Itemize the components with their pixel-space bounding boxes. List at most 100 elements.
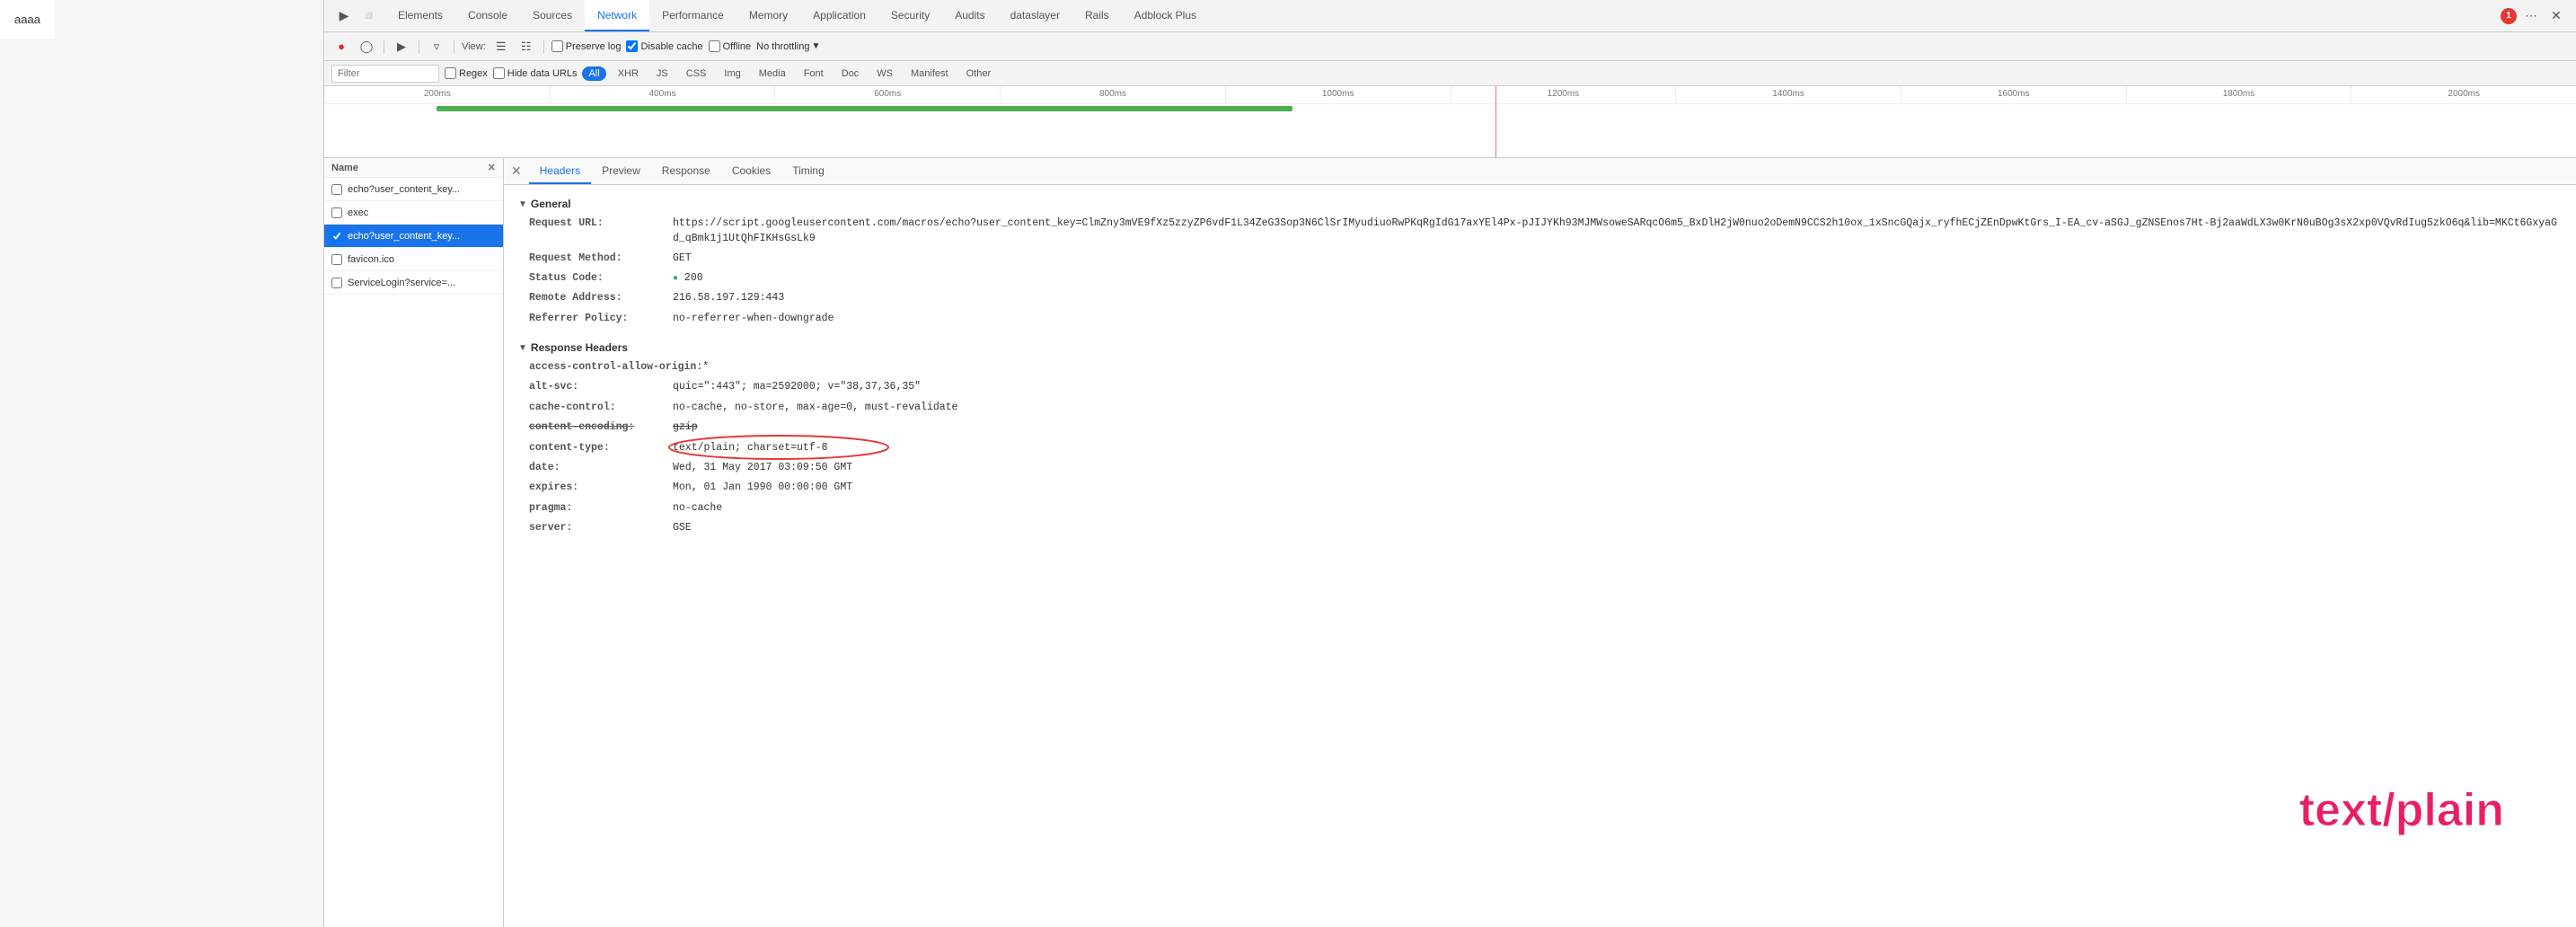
tick-200: 200ms	[324, 86, 550, 103]
header-val-server: GSE	[673, 520, 692, 536]
filter-js-button[interactable]: JS	[650, 66, 675, 81]
header-val-encoding: gzip	[673, 419, 698, 436]
filter-all-button[interactable]: All	[582, 66, 605, 81]
header-val-altsvc: quic=":443"; ma=2592000; v="38,37,36,35"	[673, 379, 921, 395]
sub-tab-timing[interactable]: Timing	[781, 158, 835, 184]
request-url-row: Request URL: https://script.googleuserco…	[518, 214, 2562, 249]
header-key-encoding: content-encoding:	[529, 419, 673, 436]
tab-performance[interactable]: Performance	[649, 0, 737, 31]
timeline-ruler: 200ms 400ms 600ms 800ms 1000ms 1200ms 14…	[324, 86, 2576, 104]
tab-sources[interactable]: Sources	[520, 0, 585, 31]
clear-button[interactable]: ◯	[357, 37, 376, 57]
hide-data-label[interactable]: Hide data URLs	[493, 67, 578, 79]
tab-memory[interactable]: Memory	[737, 0, 800, 31]
view-screenshots-button[interactable]: ☷	[516, 37, 536, 57]
tab-datalayer[interactable]: dataslayer	[998, 0, 1072, 31]
throttling-select[interactable]: No throttling ▼	[756, 41, 820, 52]
close-devtools-button[interactable]: ✕	[2545, 5, 2567, 27]
offline-checkbox[interactable]	[709, 40, 720, 52]
disable-cache-checkbox[interactable]	[626, 40, 638, 52]
tab-icons: ▶ ◽	[328, 5, 385, 27]
filter-img-button[interactable]: Img	[718, 66, 746, 81]
file-list-header: Name ✕	[324, 158, 503, 178]
filter-doc-button[interactable]: Doc	[835, 66, 866, 81]
status-code-key: Status Code:	[529, 270, 673, 287]
tab-network[interactable]: Network	[585, 0, 649, 31]
more-options-button[interactable]: ⋯	[2520, 5, 2542, 27]
tab-elements[interactable]: Elements	[385, 0, 455, 31]
tab-adblock[interactable]: Adblock Plus	[1122, 0, 1209, 31]
header-row-altsvc: alt-svc: quic=":443"; ma=2592000; v="38,…	[518, 377, 2562, 397]
tab-application[interactable]: Application	[800, 0, 878, 31]
header-key-content-type: content-type:	[529, 440, 673, 456]
file-checkbox-4[interactable]	[331, 254, 342, 265]
error-badge: 1	[2501, 8, 2517, 24]
header-row-cors: access-control-allow-origin: *	[518, 358, 2562, 377]
close-detail-button[interactable]: ✕	[511, 163, 522, 179]
preserve-log-checkbox[interactable]	[551, 40, 563, 52]
tick-600: 600ms	[774, 86, 1000, 103]
sub-tab-preview[interactable]: Preview	[591, 158, 651, 184]
inspect-icon[interactable]: ▶	[333, 5, 355, 27]
sub-tab-response[interactable]: Response	[651, 158, 721, 184]
sub-tab-cookies[interactable]: Cookies	[721, 158, 781, 184]
file-item-5[interactable]: ServiceLogin?service=...	[324, 271, 503, 295]
header-row-content-type: content-type: text/plain; charset=utf-8	[518, 438, 2562, 458]
device-icon[interactable]: ◽	[358, 5, 380, 27]
file-checkbox-3[interactable]	[331, 231, 342, 242]
timeline-marker	[1495, 86, 1496, 157]
tab-console[interactable]: Console	[455, 0, 520, 31]
timeline-progress-bar	[437, 106, 1292, 111]
hide-data-checkbox[interactable]	[493, 67, 505, 79]
header-key-cache: cache-control:	[529, 400, 673, 416]
page-title: aaaa	[0, 0, 55, 39]
close-panel-icon[interactable]: ✕	[488, 162, 496, 173]
header-row-date: date: Wed, 31 May 2017 03:09:50 GMT	[518, 458, 2562, 478]
file-item-2[interactable]: exec	[324, 201, 503, 225]
tick-800: 800ms	[1000, 86, 1225, 103]
offline-label[interactable]: Offline	[709, 40, 752, 52]
file-name-2: exec	[348, 207, 496, 218]
file-checkbox-1[interactable]	[331, 184, 342, 195]
header-row-pragma: pragma: no-cache	[518, 499, 2562, 518]
view-list-button[interactable]: ☰	[491, 37, 511, 57]
regex-label[interactable]: Regex	[445, 67, 488, 79]
referrer-policy-val: no-referrer-when-downgrade	[673, 311, 834, 327]
filter-font-button[interactable]: Font	[798, 66, 830, 81]
filter-manifest-button[interactable]: Manifest	[904, 66, 955, 81]
file-checkbox-5[interactable]	[331, 278, 342, 288]
tab-rails[interactable]: Rails	[1072, 0, 1122, 31]
file-item-3[interactable]: echo?user_content_key...	[324, 225, 503, 248]
filter-other-button[interactable]: Other	[960, 66, 998, 81]
status-icon: ●	[673, 274, 678, 284]
file-item-4[interactable]: favicon.ico	[324, 248, 503, 271]
sub-tab-headers[interactable]: Headers	[529, 158, 591, 184]
disable-cache-label[interactable]: Disable cache	[626, 40, 702, 52]
filter-xhr-button[interactable]: XHR	[612, 66, 645, 81]
tab-bar-end: 1 ⋯ ✕	[2501, 5, 2572, 27]
regex-checkbox[interactable]	[445, 67, 456, 79]
tab-audits[interactable]: Audits	[942, 0, 997, 31]
filter-input[interactable]	[331, 65, 439, 83]
tick-1800: 1800ms	[2126, 86, 2351, 103]
file-list: Name ✕ echo?user_content_key... exec ech…	[324, 158, 504, 927]
file-checkbox-2[interactable]	[331, 207, 342, 218]
response-headers-section-title[interactable]: ▼ Response Headers	[518, 336, 2562, 358]
sub-tabs: ✕ Headers Preview Response Cookies Timin…	[504, 158, 2576, 185]
filter-ws-button[interactable]: WS	[870, 66, 899, 81]
toolbar-divider-4	[543, 40, 544, 54]
file-item-1[interactable]: echo?user_content_key...	[324, 178, 503, 201]
header-val-cors: *	[702, 359, 709, 375]
headers-content: ▼ General Request URL: https://script.go…	[504, 185, 2576, 546]
tab-security[interactable]: Security	[878, 0, 942, 31]
preserve-log-label[interactable]: Preserve log	[551, 40, 622, 52]
header-key-altsvc: alt-svc:	[529, 379, 673, 395]
filter-media-button[interactable]: Media	[753, 66, 792, 81]
filter-css-button[interactable]: CSS	[680, 66, 713, 81]
camera-button[interactable]: ▶	[392, 37, 411, 57]
general-section-title[interactable]: ▼ General	[518, 192, 2562, 214]
header-key-server: server:	[529, 520, 673, 536]
record-button[interactable]: ●	[331, 37, 351, 57]
header-key-pragma: pragma:	[529, 500, 673, 516]
filter-button[interactable]: ▿	[427, 37, 446, 57]
